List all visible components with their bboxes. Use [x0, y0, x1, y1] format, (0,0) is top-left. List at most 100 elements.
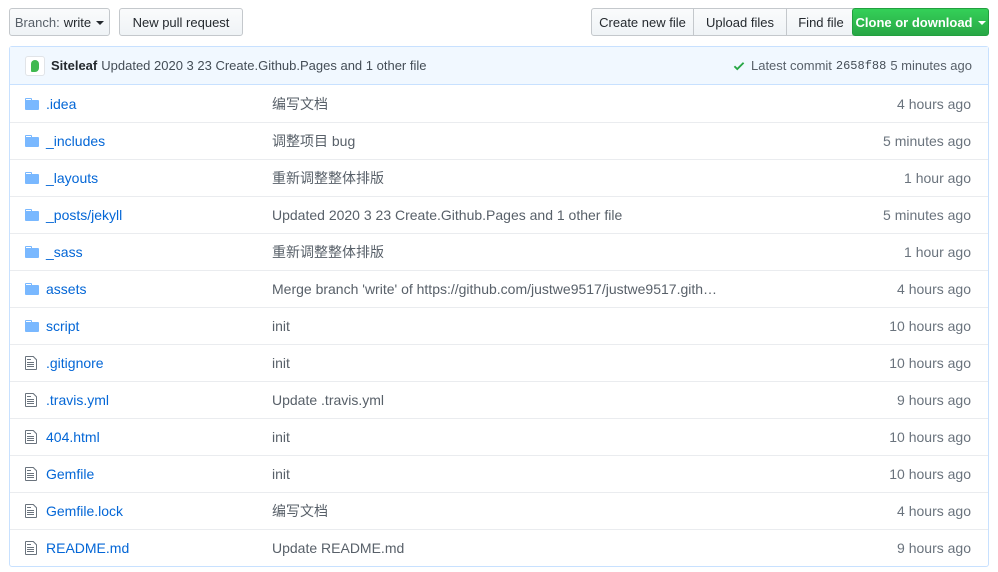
commit-age: 4 hours ago: [897, 281, 971, 297]
table-row: README.md Update README.md 9 hours ago: [10, 529, 988, 566]
file-name-cell: .idea: [46, 96, 272, 112]
file-name-cell: _includes: [46, 133, 272, 149]
chevron-down-icon: [96, 21, 105, 25]
file-name-link[interactable]: .travis.yml: [46, 392, 109, 408]
commit-sha[interactable]: 2658f88: [836, 59, 886, 73]
avatar[interactable]: [25, 55, 45, 76]
commit-message-link[interactable]: init: [272, 355, 848, 371]
file-name-cell: Gemfile.lock: [46, 503, 272, 519]
table-row: script init 10 hours ago: [10, 307, 988, 344]
chevron-down-icon: [977, 21, 986, 25]
find-file-button[interactable]: Find file: [786, 8, 856, 36]
file-name-link[interactable]: Gemfile: [46, 466, 94, 482]
commit-message-link[interactable]: 重新调整整体排版: [272, 168, 848, 188]
file-name-link[interactable]: _posts/jekyll: [46, 207, 122, 223]
commit-message-link[interactable]: init: [272, 466, 848, 482]
latest-commit-bar: Siteleaf Updated 2020 3 23 Create.Github…: [10, 47, 988, 85]
folder-icon: [10, 133, 46, 149]
file-icon: [10, 392, 46, 408]
folder-icon: [10, 96, 46, 112]
table-row: _posts/jekyll Updated 2020 3 23 Create.Gi…: [10, 196, 988, 233]
commit-message-link[interactable]: 重新调整整体排版: [272, 242, 848, 262]
branch-prefix: Branch:: [14, 14, 60, 30]
commit-message-link[interactable]: Merge branch 'write' of https://github.c…: [272, 281, 848, 297]
file-name-cell: _sass: [46, 244, 272, 260]
commit-meta: Latest commit 2658f88 5 minutes ago: [733, 58, 972, 73]
table-row: .idea 编写文档 4 hours ago: [10, 85, 988, 122]
commit-age: 5 minutes ago: [890, 58, 972, 73]
table-row: Gemfile.lock 编写文档 4 hours ago: [10, 492, 988, 529]
folder-icon: [10, 318, 46, 334]
file-name-cell: _layouts: [46, 170, 272, 186]
file-navigation-table: Siteleaf Updated 2020 3 23 Create.Github…: [9, 46, 989, 567]
commit-message-link[interactable]: 编写文档: [272, 94, 848, 114]
table-row: Gemfile init 10 hours ago: [10, 455, 988, 492]
branch-select-button[interactable]: Branch: write: [9, 8, 110, 36]
folder-icon: [10, 281, 46, 297]
table-row: .gitignore init 10 hours ago: [10, 344, 988, 381]
commit-age: 5 minutes ago: [883, 207, 971, 223]
file-icon: [10, 540, 46, 556]
commit-message-link[interactable]: init: [272, 318, 848, 334]
branch-name: write: [63, 14, 92, 30]
file-icon: [10, 466, 46, 482]
create-new-file-button[interactable]: Create new file: [591, 8, 694, 36]
table-row: _layouts 重新调整整体排版 1 hour ago: [10, 159, 988, 196]
commit-age: 4 hours ago: [897, 95, 971, 112]
folder-icon: [10, 244, 46, 260]
file-name-cell: README.md: [46, 540, 272, 556]
clone-or-download-button[interactable]: Clone or download: [852, 8, 989, 36]
commit-message-link[interactable]: Update .travis.yml: [272, 392, 848, 408]
file-name-link[interactable]: .idea: [46, 96, 76, 112]
commit-author[interactable]: Siteleaf: [51, 58, 97, 73]
commit-age: 10 hours ago: [889, 466, 971, 482]
repo-toolbar: Branch: write New pull request Create ne…: [9, 8, 989, 36]
commit-message-link[interactable]: Updated 2020 3 23 Create.Github.Pages an…: [272, 207, 848, 223]
file-name-cell: _posts/jekyll: [46, 207, 272, 223]
file-actions-group: Create new file Upload files Find file: [591, 8, 856, 36]
file-icon: [10, 503, 46, 519]
table-row: 404.html init 10 hours ago: [10, 418, 988, 455]
table-row: _sass 重新调整整体排版 1 hour ago: [10, 233, 988, 270]
file-name-cell: script: [46, 318, 272, 334]
commit-message-link[interactable]: Update README.md: [272, 540, 848, 556]
commit-message[interactable]: Updated 2020 3 23 Create.Github.Pages an…: [101, 58, 426, 73]
latest-commit-label: Latest commit: [750, 58, 832, 73]
file-icon: [10, 429, 46, 445]
commit-age: 1 hour ago: [904, 244, 971, 260]
file-name-link[interactable]: assets: [46, 281, 86, 297]
commit-age: 1 hour ago: [904, 170, 971, 186]
commit-message-link[interactable]: init: [272, 429, 848, 445]
table-row: assets Merge branch 'write' of https://gi…: [10, 270, 988, 307]
file-name-link[interactable]: script: [46, 318, 79, 334]
file-name-link[interactable]: 404.html: [46, 429, 100, 445]
upload-files-button[interactable]: Upload files: [693, 8, 787, 36]
file-name-link[interactable]: README.md: [46, 540, 129, 556]
folder-icon: [10, 207, 46, 223]
commit-age: 10 hours ago: [889, 429, 971, 445]
commit-age: 10 hours ago: [889, 355, 971, 371]
file-name-cell: .travis.yml: [46, 392, 272, 408]
commit-message-link[interactable]: 调整项目 bug: [272, 131, 848, 151]
file-name-cell: 404.html: [46, 429, 272, 445]
new-pull-request-button[interactable]: New pull request: [119, 8, 243, 36]
commit-message-link[interactable]: 编写文档: [272, 501, 848, 521]
folder-icon: [10, 170, 46, 186]
commit-age: 9 hours ago: [897, 392, 971, 408]
check-icon: [733, 59, 745, 73]
commit-age: 4 hours ago: [897, 503, 971, 519]
file-name-link[interactable]: _layouts: [46, 170, 98, 186]
commit-age: 5 minutes ago: [883, 133, 971, 149]
file-name-link[interactable]: _sass: [46, 244, 83, 260]
file-name-cell: Gemfile: [46, 466, 272, 482]
leaf-icon: [31, 59, 39, 72]
file-name-cell: assets: [46, 281, 272, 297]
file-name-link[interactable]: Gemfile.lock: [46, 503, 123, 519]
file-name-cell: .gitignore: [46, 355, 272, 371]
clone-label: Clone or download: [855, 14, 973, 30]
file-name-link[interactable]: _includes: [46, 133, 105, 149]
file-name-link[interactable]: .gitignore: [46, 355, 104, 371]
file-icon: [10, 355, 46, 371]
table-row: .travis.yml Update .travis.yml 9 hours ago: [10, 381, 988, 418]
table-row: _includes 调整项目 bug 5 minutes ago: [10, 122, 988, 159]
